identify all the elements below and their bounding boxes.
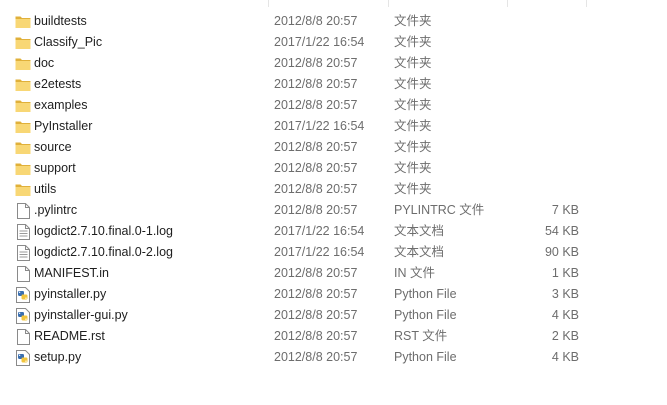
file-type: 文件夹 (394, 35, 432, 49)
file-type: 文件夹 (394, 161, 432, 175)
file-list: buildtests 2012/8/8 20:57 文件夹 Classify_Pic 2… (0, 11, 667, 368)
file-name[interactable]: .pylintrc (34, 200, 77, 221)
file-size: 1 KB (551, 266, 579, 280)
file-date-modified: 2012/8/8 20:57 (274, 140, 358, 154)
file-name[interactable]: examples (34, 95, 88, 116)
file-date-modified: 2012/8/8 20:57 (274, 14, 358, 28)
file-date-modified: 2017/1/22 16:54 (274, 245, 365, 259)
list-item[interactable]: utils 2012/8/8 20:57 文件夹 (0, 179, 667, 200)
file-name[interactable]: logdict2.7.10.final.0-1.log (34, 221, 173, 242)
folder-icon (15, 179, 31, 200)
file-date-modified: 2012/8/8 20:57 (274, 56, 358, 70)
folder-icon (15, 137, 31, 158)
list-item[interactable]: Classify_Pic 2017/1/22 16:54 文件夹 (0, 32, 667, 53)
file-type: RST 文件 (394, 329, 448, 343)
column-separator[interactable] (507, 0, 508, 7)
file-type: 文件夹 (394, 56, 432, 70)
column-separator[interactable] (388, 0, 389, 7)
list-item[interactable]: pyinstaller.py 2012/8/8 20:57 Python File 3… (0, 284, 667, 305)
folder-icon (15, 11, 31, 32)
file-date-modified: 2012/8/8 20:57 (274, 329, 358, 343)
text-file-icon (15, 221, 31, 242)
file-date-modified: 2017/1/22 16:54 (274, 119, 365, 133)
python-file-icon (15, 305, 31, 326)
folder-icon (15, 95, 31, 116)
file-type: Python File (394, 287, 457, 301)
file-type: 文件夹 (394, 140, 432, 154)
file-size: 2 KB (551, 329, 579, 343)
file-name[interactable]: README.rst (34, 326, 105, 347)
file-name[interactable]: pyinstaller.py (34, 284, 106, 305)
file-name[interactable]: utils (34, 179, 56, 200)
python-file-icon (15, 284, 31, 305)
file-size: 90 KB (544, 245, 579, 259)
file-name[interactable]: PyInstaller (34, 116, 92, 137)
file-name[interactable]: Classify_Pic (34, 32, 102, 53)
file-date-modified: 2012/8/8 20:57 (274, 161, 358, 175)
folder-icon (15, 74, 31, 95)
file-name[interactable]: setup.py (34, 347, 81, 368)
folder-icon (15, 53, 31, 74)
list-item[interactable]: logdict2.7.10.final.0-1.log 2017/1/22 16:… (0, 221, 667, 242)
file-date-modified: 2012/8/8 20:57 (274, 350, 358, 364)
folder-icon (15, 32, 31, 53)
list-item[interactable]: .pylintrc 2012/8/8 20:57 PYLINTRC 文件 7 KB (0, 200, 667, 221)
list-item[interactable]: MANIFEST.in 2012/8/8 20:57 IN 文件 1 KB (0, 263, 667, 284)
file-date-modified: 2012/8/8 20:57 (274, 266, 358, 280)
folder-icon (15, 158, 31, 179)
list-item[interactable]: setup.py 2012/8/8 20:57 Python File 4 KB (0, 347, 667, 368)
file-date-modified: 2012/8/8 20:57 (274, 308, 358, 322)
file-type: IN 文件 (394, 266, 435, 280)
file-icon (15, 200, 31, 221)
file-icon (15, 326, 31, 347)
list-item[interactable]: doc 2012/8/8 20:57 文件夹 (0, 53, 667, 74)
file-type: Python File (394, 308, 457, 322)
list-item[interactable]: PyInstaller 2017/1/22 16:54 文件夹 (0, 116, 667, 137)
file-name[interactable]: doc (34, 53, 54, 74)
folder-icon (15, 116, 31, 137)
file-name[interactable]: source (34, 137, 72, 158)
file-name[interactable]: MANIFEST.in (34, 263, 109, 284)
file-date-modified: 2012/8/8 20:57 (274, 287, 358, 301)
file-name[interactable]: e2etests (34, 74, 81, 95)
file-date-modified: 2012/8/8 20:57 (274, 77, 358, 91)
file-type: 文件夹 (394, 182, 432, 196)
file-size: 4 KB (551, 350, 579, 364)
file-type: 文件夹 (394, 119, 432, 133)
file-size: 3 KB (551, 287, 579, 301)
file-date-modified: 2012/8/8 20:57 (274, 203, 358, 217)
list-item[interactable]: pyinstaller-gui.py 2012/8/8 20:57 Python F… (0, 305, 667, 326)
text-file-icon (15, 242, 31, 263)
file-date-modified: 2017/1/22 16:54 (274, 35, 365, 49)
file-type: 文件夹 (394, 14, 432, 28)
list-item[interactable]: README.rst 2012/8/8 20:57 RST 文件 2 KB (0, 326, 667, 347)
file-date-modified: 2017/1/22 16:54 (274, 224, 365, 238)
file-date-modified: 2012/8/8 20:57 (274, 182, 358, 196)
file-name[interactable]: buildtests (34, 11, 87, 32)
column-separator[interactable] (586, 0, 587, 7)
python-file-icon (15, 347, 31, 368)
file-name[interactable]: logdict2.7.10.final.0-2.log (34, 242, 173, 263)
file-size: 7 KB (551, 203, 579, 217)
file-name[interactable]: support (34, 158, 76, 179)
list-item[interactable]: logdict2.7.10.final.0-2.log 2017/1/22 16:… (0, 242, 667, 263)
list-item[interactable]: buildtests 2012/8/8 20:57 文件夹 (0, 11, 667, 32)
list-item[interactable]: e2etests 2012/8/8 20:57 文件夹 (0, 74, 667, 95)
file-size: 4 KB (551, 308, 579, 322)
file-type: PYLINTRC 文件 (394, 203, 485, 217)
column-separator[interactable] (268, 0, 269, 7)
file-icon (15, 263, 31, 284)
file-size: 54 KB (544, 224, 579, 238)
list-item[interactable]: source 2012/8/8 20:57 文件夹 (0, 137, 667, 158)
list-item[interactable]: examples 2012/8/8 20:57 文件夹 (0, 95, 667, 116)
file-type: 文件夹 (394, 77, 432, 91)
list-item[interactable]: support 2012/8/8 20:57 文件夹 (0, 158, 667, 179)
file-type: 文件夹 (394, 98, 432, 112)
file-type: 文本文档 (394, 224, 445, 238)
file-type: Python File (394, 350, 457, 364)
file-name[interactable]: pyinstaller-gui.py (34, 305, 128, 326)
file-date-modified: 2012/8/8 20:57 (274, 98, 358, 112)
file-type: 文本文档 (394, 245, 445, 259)
